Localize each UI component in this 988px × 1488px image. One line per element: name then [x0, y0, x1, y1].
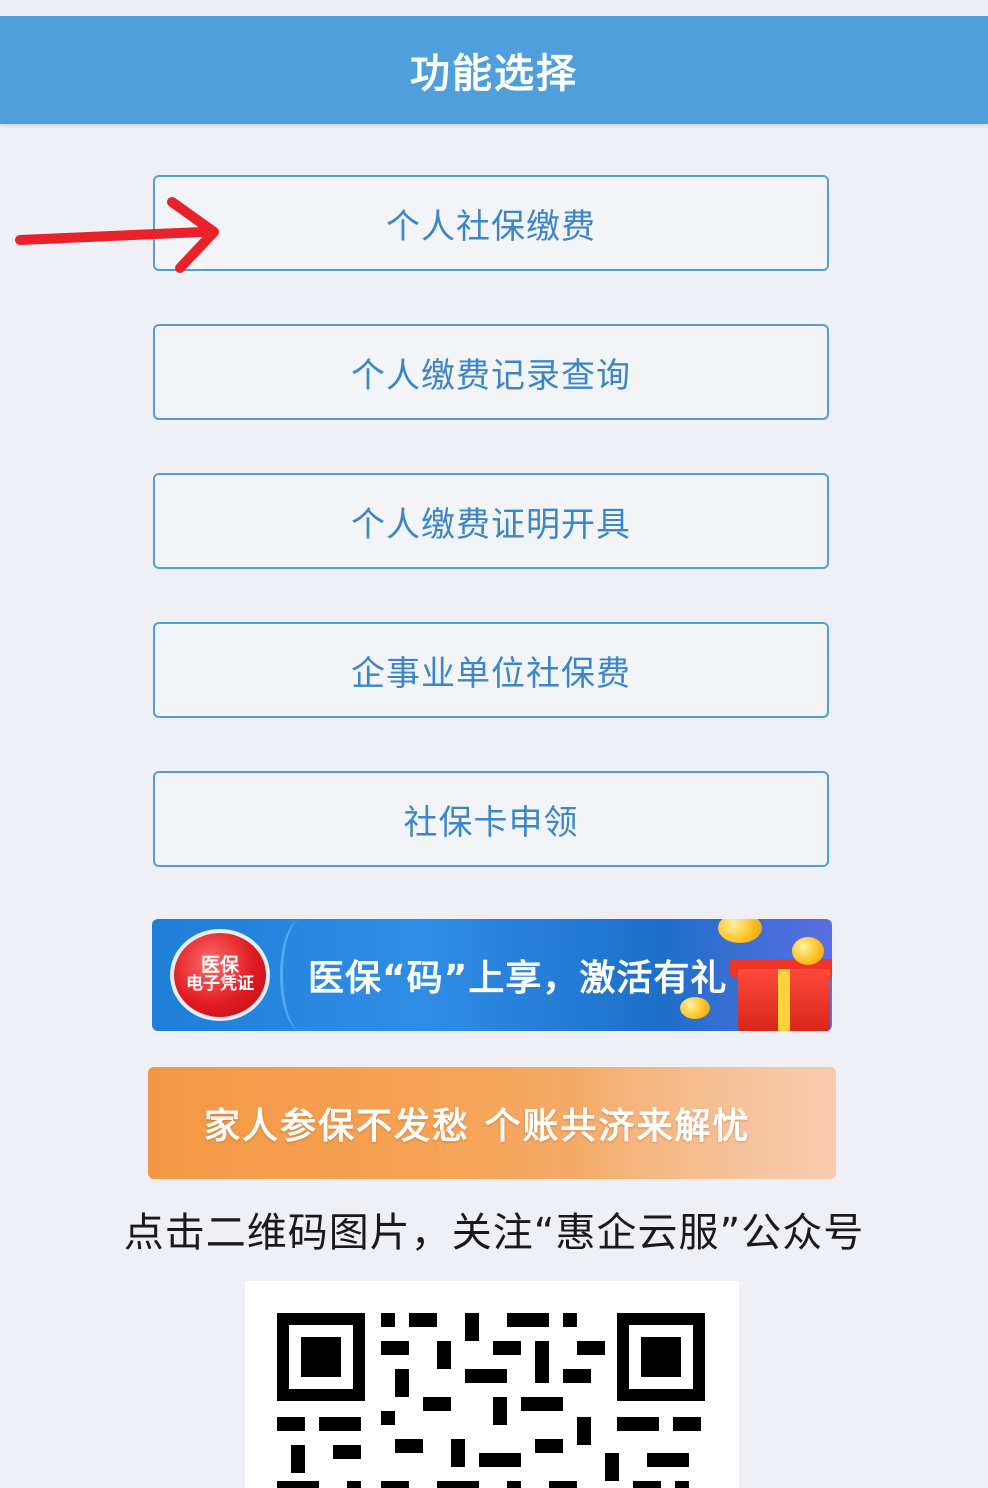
menu-item-payment-certificate[interactable]: 个人缴费证明开具	[153, 473, 829, 569]
menu-item-social-card[interactable]: 社保卡申领	[153, 771, 829, 867]
coin-icon	[718, 919, 762, 943]
qr-code-image[interactable]	[245, 1281, 739, 1488]
menu-item-label: 社保卡申领	[403, 802, 579, 843]
banner-text: 家人参保不发愁 个账共济来解忧	[204, 1106, 751, 1147]
banner-text: 医保“码”上享，激活有礼	[308, 958, 728, 999]
medical-code-banner[interactable]: 医保 电子凭证 医保“码”上享，激活有礼	[152, 919, 832, 1031]
menu-item-label: 个人社保缴费	[386, 206, 596, 247]
menu-item-payment-records[interactable]: 个人缴费记录查询	[153, 324, 829, 420]
coin-icon	[792, 937, 824, 965]
medical-badge-icon: 医保 电子凭证	[170, 929, 270, 1021]
qr-caption: 点击二维码图片，关注“惠企云服”公众号	[123, 1210, 865, 1256]
page-title: 功能选择	[410, 51, 578, 97]
qr-code-icon	[277, 1313, 705, 1488]
red-arrow-icon	[15, 197, 219, 273]
status-strip	[0, 0, 988, 16]
gift-box-icon	[738, 969, 830, 1031]
coin-icon	[680, 997, 710, 1019]
menu-item-label: 个人缴费记录查询	[351, 355, 631, 396]
page-header: 功能选择	[0, 16, 988, 124]
menu-item-label: 企事业单位社保费	[351, 653, 631, 694]
family-insurance-banner[interactable]: 家人参保不发愁 个账共济来解忧	[148, 1067, 836, 1179]
menu-item-enterprise-fee[interactable]: 企事业单位社保费	[153, 622, 829, 718]
menu-item-personal-payment[interactable]: 个人社保缴费	[153, 175, 829, 271]
menu-item-label: 个人缴费证明开具	[351, 504, 631, 545]
